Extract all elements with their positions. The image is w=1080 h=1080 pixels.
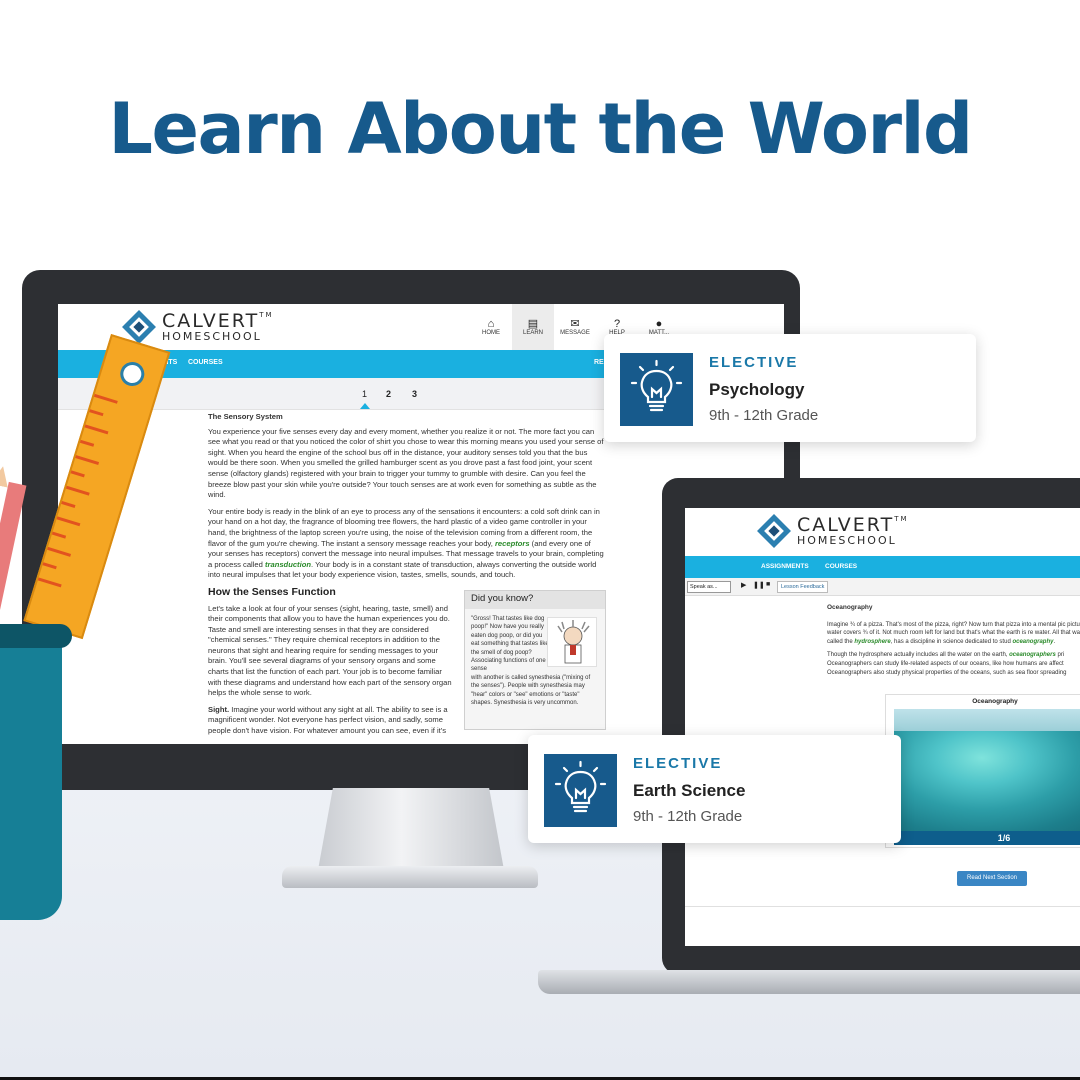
- figure-counter[interactable]: 1/6: [894, 831, 1080, 845]
- pencil-cup: [0, 628, 62, 920]
- paragraph-2: Your entire body is ready in the blink o…: [208, 507, 606, 581]
- monitor-base: [282, 866, 538, 888]
- scientist-illustration: [547, 617, 597, 667]
- laptop-nav: CALVERTTM HOMESCHOOL: [685, 508, 1080, 556]
- nav-message-label: MESSAGE: [560, 330, 590, 336]
- term-receptors[interactable]: receptors: [495, 539, 530, 548]
- term-hydrosphere[interactable]: hydrosphere: [854, 639, 890, 645]
- pencil-cup-rim: [0, 624, 72, 648]
- pause-icon[interactable]: ❚❚: [753, 581, 765, 589]
- laptop-paragraph-1: Imagine ¾ of a pizza. That's most of the…: [827, 621, 1080, 647]
- did-you-know-title: Did you know?: [465, 591, 605, 609]
- stop-icon[interactable]: ■: [766, 581, 770, 588]
- footer-divider: [685, 906, 1080, 907]
- elective-card-earth-science[interactable]: ELECTIVE Earth Science 9th - 12th Grade: [528, 735, 901, 843]
- section-title: The Sensory System: [208, 412, 283, 421]
- lesson-article: The Sensory System You experience your f…: [208, 412, 606, 743]
- nav-learn[interactable]: ▤ LEARN: [512, 304, 554, 350]
- nav-learn-label: LEARN: [522, 330, 543, 336]
- figure-title: Oceanography: [972, 698, 1018, 705]
- card-kicker: ELECTIVE: [709, 354, 799, 371]
- card-grade: 9th - 12th Grade: [709, 407, 819, 424]
- nav-home-label: HOME: [482, 330, 500, 336]
- lightbulb-icon: [620, 353, 693, 426]
- laptop-lesson-title: Oceanography: [827, 604, 873, 611]
- brand-sub: HOMESCHOOL: [162, 330, 262, 343]
- trademark: TM: [259, 311, 274, 319]
- paragraph-1: You experience your five senses every da…: [208, 426, 604, 500]
- card-title: Earth Science: [633, 781, 746, 800]
- card-kicker: ELECTIVE: [633, 755, 723, 772]
- laptop-brand-sub: HOMESCHOOL: [797, 534, 897, 547]
- book-icon: ▤: [527, 318, 539, 330]
- laptop-calvert-logo[interactable]: CALVERTTM HOMESCHOOL: [757, 514, 909, 548]
- laptop-tabbar: ASSIGNMENTS COURSES: [685, 556, 1080, 578]
- laptop-screen: CALVERTTM HOMESCHOOL ASSIGNMENTS COURSES…: [685, 508, 1080, 946]
- sight-lead: Sight.: [208, 704, 230, 714]
- laptop-calvert-diamond-icon: [757, 514, 791, 548]
- read-next-section-button[interactable]: Read Next Section: [957, 871, 1027, 886]
- laptop-tab-assignments[interactable]: ASSIGNMENTS: [761, 563, 809, 570]
- page-1[interactable]: 1: [362, 389, 367, 399]
- ruler-hole: [117, 359, 148, 389]
- page-3[interactable]: 3: [412, 389, 417, 399]
- tab-courses[interactable]: COURSES: [188, 359, 223, 366]
- play-icon[interactable]: ▶: [741, 581, 746, 589]
- elective-card-psychology[interactable]: ELECTIVE Psychology 9th - 12th Grade: [604, 334, 976, 442]
- nav-home[interactable]: ⌂ HOME: [470, 304, 512, 350]
- laptop-paragraph-2: Though the hydrosphere actually includes…: [827, 651, 1080, 677]
- card-title: Psychology: [709, 380, 805, 399]
- brand-name: CALVERT: [162, 310, 260, 332]
- ocean-photo: [894, 709, 1080, 831]
- term-oceanographers[interactable]: oceanographers: [1009, 652, 1056, 658]
- help-icon: ?: [613, 318, 621, 330]
- message-icon: ✉: [570, 318, 580, 330]
- did-you-know-text-2: with another is called synesthesia ("mix…: [471, 674, 591, 707]
- paragraph-4-text: Imagine your world without any sight at …: [208, 704, 448, 736]
- laptop-tab-courses[interactable]: COURSES: [825, 563, 857, 570]
- laptop-base: [538, 970, 1080, 994]
- current-page-marker: [360, 403, 370, 409]
- headline: Learn About the World: [108, 88, 973, 170]
- reader-toolbar: Speak as... ▶ ❚❚ ■ Lesson Feedback: [685, 578, 1080, 596]
- paragraph-4: Sight. Imagine your world without any si…: [208, 705, 456, 737]
- laptop-article: Oceanography Imagine ¾ of a pizza. That'…: [827, 604, 1080, 682]
- speak-as-select[interactable]: Speak as...: [687, 581, 731, 593]
- term-transduction[interactable]: transduction: [265, 560, 311, 569]
- monitor-stand: [318, 788, 504, 870]
- card-grade: 9th - 12th Grade: [633, 808, 743, 825]
- did-you-know-text-1: "Gross! That tastes like dog poop!" Now …: [471, 616, 549, 673]
- laptop-paragraph-1-part-b: , has a discipline in science dedicated …: [890, 638, 1013, 645]
- home-icon: ⌂: [487, 318, 495, 330]
- user-icon: ●: [655, 318, 663, 330]
- term-oceanography[interactable]: oceanography: [1012, 639, 1053, 645]
- laptop-paragraph-1-part-c: .: [1053, 638, 1056, 645]
- lesson-feedback-button[interactable]: Lesson Feedback: [777, 581, 829, 593]
- laptop-paragraph-2-part-a: Though the hydrosphere actually includes…: [827, 652, 1010, 659]
- page-2[interactable]: 2: [386, 389, 391, 399]
- main-column: Let's take a look at four of your senses…: [208, 604, 456, 737]
- laptop-brand-name: CALVERT: [797, 514, 895, 536]
- lightbulb-icon: [544, 754, 617, 827]
- nav-message[interactable]: ✉ MESSAGE: [554, 304, 596, 350]
- laptop-trademark: TM: [894, 515, 909, 523]
- oceanography-figure: Oceanography 1/6: [885, 694, 1080, 848]
- calvert-logo[interactable]: CALVERTTM HOMESCHOOL: [122, 310, 274, 344]
- paragraph-3: Let's take a look at four of your senses…: [208, 603, 452, 698]
- did-you-know-box: Did you know? "Gross! That tastes like d…: [464, 590, 606, 730]
